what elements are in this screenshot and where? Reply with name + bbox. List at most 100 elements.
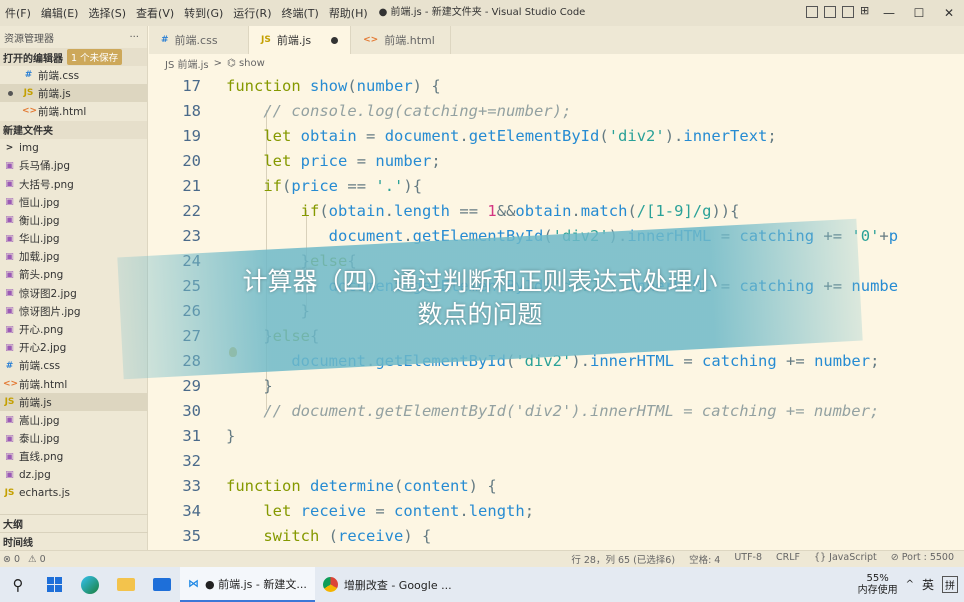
menu-bar: 件(F) 编辑(E) 选择(S) 查看(V) 转到(G) 运行(R) 终端(T)… — [0, 5, 373, 21]
memory-usage[interactable]: 55% 内存使用 — [858, 573, 898, 597]
code-line[interactable]: 31} — [149, 423, 964, 448]
file-item[interactable]: ▣ 恒山.jpg — [0, 193, 147, 211]
file-item[interactable]: ▣ 直线.png — [0, 448, 147, 466]
file-item[interactable]: JS 前端.js — [0, 393, 147, 412]
timeline-section[interactable]: 时间线 — [0, 532, 148, 550]
errors-count[interactable]: ⊗ 0 — [3, 554, 20, 565]
file-label: 泰山.jpg — [19, 433, 60, 446]
file-item[interactable]: ▣ 大括号.png — [0, 175, 147, 193]
code-line[interactable]: 30 // document.getElementById('div2').in… — [149, 398, 964, 423]
taskbar-app-chrome[interactable]: 增删改查 - Google ... — [315, 567, 460, 602]
live-server-port[interactable]: ⊘ Port : 5500 — [891, 552, 954, 566]
code-text: if(price == '.'){ — [263, 176, 423, 195]
code-text: let obtain = document.getElementById('di… — [263, 126, 777, 145]
unsaved-dot-icon[interactable] — [331, 36, 339, 44]
encoding[interactable]: UTF-8 — [734, 552, 762, 566]
file-label: 衡山.jpg — [19, 214, 60, 227]
code-line[interactable]: 19 let obtain = document.getElementById(… — [149, 123, 964, 148]
file-item[interactable]: ▣ 兵马俑.jpg — [0, 157, 147, 175]
line-number: 17 — [182, 76, 201, 95]
code-line[interactable]: 29 } — [149, 373, 964, 398]
file-label: 箭头.png — [19, 269, 64, 282]
code-line[interactable]: 32 — [149, 448, 964, 473]
outline-section[interactable]: 大纲 — [0, 514, 148, 532]
code-line[interactable]: 18 // console.log(catching+=number); — [149, 98, 964, 123]
tab-css[interactable]: # 前端.css — [149, 26, 249, 54]
js-file-icon: JS — [4, 488, 15, 499]
img-file-icon: ▣ — [5, 342, 14, 353]
file-label: 前端.html — [38, 105, 87, 118]
mail-icon[interactable] — [144, 567, 180, 602]
unsaved-dot-icon[interactable] — [8, 90, 13, 96]
code-line[interactable]: 20 let price = number; — [149, 148, 964, 173]
minimize-icon[interactable]: — — [874, 0, 904, 26]
code-line[interactable]: 34 let receive = content.length; — [149, 498, 964, 523]
line-number: 35 — [182, 526, 201, 545]
file-item[interactable]: ▣ dz.jpg — [0, 466, 147, 484]
explorer-title: 资源管理器 — [4, 33, 54, 45]
menu-selection[interactable]: 选择(S) — [83, 5, 131, 21]
file-label: img — [19, 141, 39, 154]
menu-file[interactable]: 件(F) — [0, 5, 36, 21]
toggle-secondary-sidebar-icon[interactable] — [842, 6, 854, 18]
unsaved-badge: 1 个未保存 — [67, 49, 123, 65]
html-file-icon: <> — [363, 35, 379, 45]
menu-edit[interactable]: 编辑(E) — [36, 5, 84, 21]
file-item[interactable]: ▣ 嵩山.jpg — [0, 411, 147, 429]
code-line[interactable]: 21 if(price == '.'){ — [149, 173, 964, 198]
folder-icon[interactable] — [108, 567, 144, 602]
file-label: 嵩山.jpg — [19, 414, 60, 427]
search-icon[interactable]: ⚲ — [0, 567, 36, 602]
line-ending[interactable]: CRLF — [776, 552, 800, 566]
js-file-icon: JS — [23, 88, 34, 99]
file-item[interactable]: ▣ 泰山.jpg — [0, 430, 147, 448]
more-actions-icon[interactable]: ··· — [129, 32, 139, 43]
indentation[interactable]: 空格: 4 — [689, 552, 720, 566]
toggle-panel-icon[interactable] — [824, 6, 836, 18]
close-icon[interactable]: ✕ — [934, 0, 964, 26]
code-line[interactable]: 33 function determine(content) { — [149, 473, 964, 498]
img-file-icon: ▣ — [5, 324, 14, 335]
menu-terminal[interactable]: 终端(T) — [277, 5, 324, 21]
chevron-up-icon[interactable]: ^ — [906, 579, 914, 590]
menu-go[interactable]: 转到(G) — [179, 5, 228, 21]
maximize-icon[interactable]: ☐ — [904, 0, 934, 26]
tab-html[interactable]: <> 前端.html — [351, 26, 452, 54]
code-line[interactable]: 35 switch (receive) { — [149, 523, 964, 548]
code-text: } — [263, 376, 273, 395]
file-item[interactable]: JS echarts.js — [0, 484, 147, 502]
ime-mode[interactable]: 拼 — [942, 576, 958, 593]
cursor-position[interactable]: 行 28，列 65 (已选择6) — [571, 552, 675, 566]
ime-indicator[interactable]: 英 — [922, 576, 934, 593]
open-editors-section[interactable]: 打开的编辑器 1 个未保存 — [0, 48, 147, 66]
breadcrumb-file[interactable]: JS 前端.js — [165, 56, 209, 71]
file-label: 前端.js — [19, 396, 52, 409]
file-label: 前端.html — [19, 378, 68, 391]
open-editor-item[interactable]: <> 前端.html — [0, 102, 147, 120]
window-controls: — ☐ ✕ — [874, 0, 964, 26]
menu-view[interactable]: 查看(V) — [131, 5, 179, 21]
edge-icon[interactable] — [72, 567, 108, 602]
toggle-sidebar-icon[interactable] — [806, 6, 818, 18]
windows-icon[interactable] — [36, 567, 72, 602]
language-mode[interactable]: {} JavaScript — [814, 552, 877, 566]
menu-help[interactable]: 帮助(H) — [324, 5, 373, 21]
folder-section[interactable]: 新建文件夹 — [0, 120, 147, 139]
taskbar-app-vscode[interactable]: ⋈ ● 前端.js - 新建文... — [180, 567, 315, 602]
img-file-icon: ▣ — [5, 306, 14, 317]
code-line[interactable]: 17 function show(number) { — [149, 73, 964, 98]
folder-item[interactable]: > img — [0, 139, 147, 157]
code-text: let price = number; — [263, 151, 441, 170]
customize-layout-icon[interactable]: ⊞ — [860, 5, 872, 18]
code-text: function determine(content) { — [226, 476, 497, 495]
menu-run[interactable]: 运行(R) — [228, 5, 276, 21]
open-editor-item[interactable]: JS 前端.js — [0, 84, 147, 103]
open-editor-item[interactable]: # 前端.css — [0, 66, 147, 84]
file-label: 惊讶图片.jpg — [19, 305, 81, 318]
warnings-count[interactable]: ⚠ 0 — [28, 554, 46, 565]
tab-js[interactable]: JS 前端.js — [249, 26, 352, 54]
file-item[interactable]: ▣ 衡山.jpg — [0, 211, 147, 229]
layout-controls: ⊞ — [806, 5, 872, 18]
breadcrumb-symbol[interactable]: ⌬ show — [227, 58, 265, 69]
file-item[interactable]: ▣ 华山.jpg — [0, 230, 147, 248]
